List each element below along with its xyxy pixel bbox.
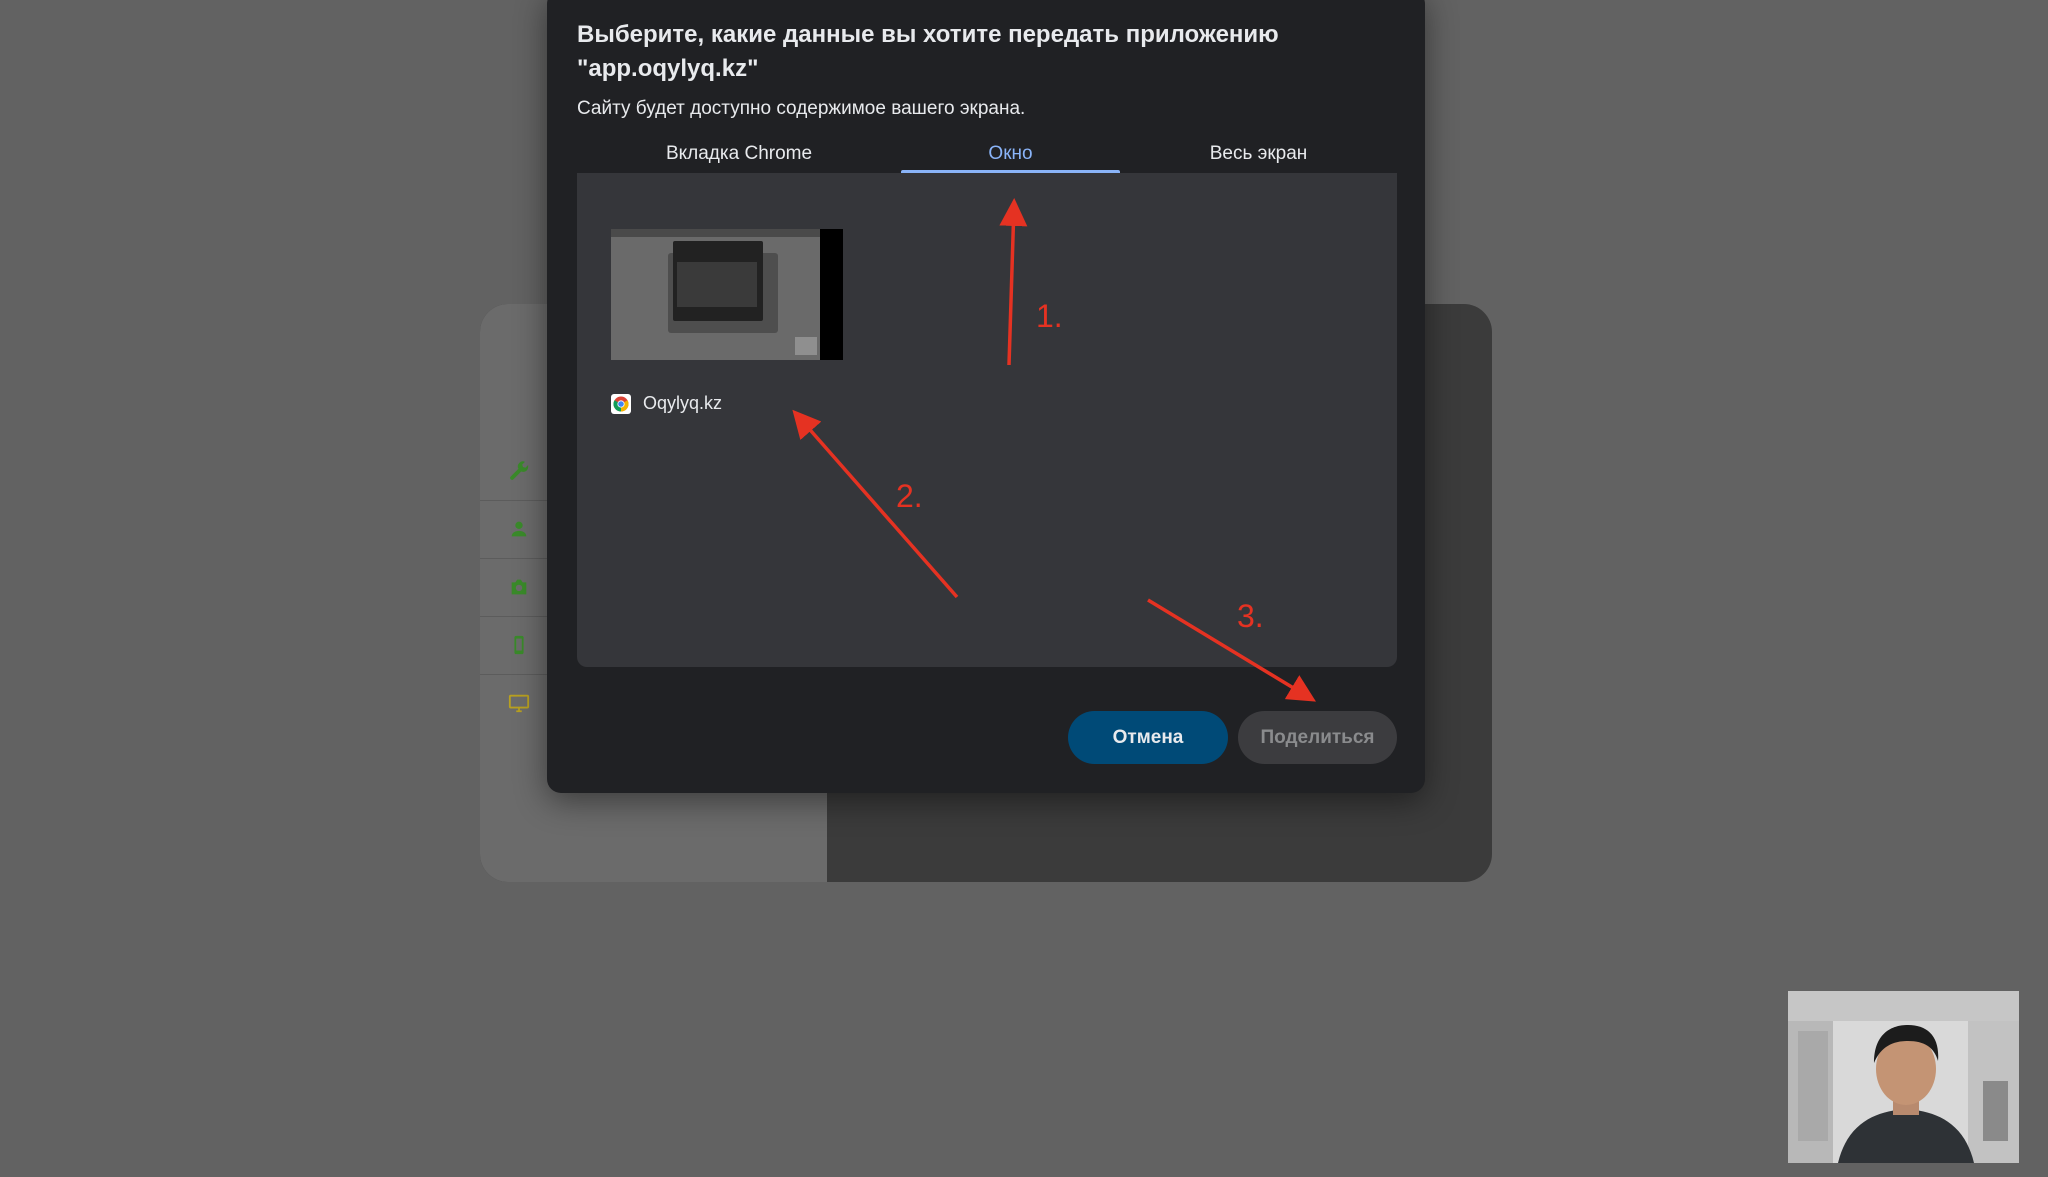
dialog-subtitle: Сайту будет доступно содержимое вашего э… xyxy=(577,98,1026,119)
window-thumbnail[interactable] xyxy=(611,229,843,360)
webcam-person-image xyxy=(1788,991,2019,1163)
chrome-icon xyxy=(611,393,631,414)
camera-icon xyxy=(511,579,527,595)
screen-share-dialog: Выберите, какие данные вы хотите передат… xyxy=(547,0,1425,793)
phone-icon xyxy=(514,635,524,655)
cancel-button[interactable]: Отмена xyxy=(1068,711,1228,764)
person-icon xyxy=(511,521,527,537)
webcam-preview xyxy=(1788,991,2019,1163)
window-item-label[interactable]: Oqylyq.kz xyxy=(611,393,722,414)
tab-window[interactable]: Окно xyxy=(901,136,1120,172)
dialog-title: Выберите, какие данные вы хотите передат… xyxy=(577,21,1279,82)
tab-entire-screen[interactable]: Весь экран xyxy=(1120,136,1397,172)
monitor-icon xyxy=(508,694,530,713)
window-title: Oqylyq.kz xyxy=(643,393,723,413)
annotation-step-1: 1. xyxy=(1036,298,1063,334)
tab-chrome-tab[interactable]: Вкладка Chrome xyxy=(577,136,901,172)
share-button[interactable]: Поделиться xyxy=(1238,711,1397,764)
window-list-panel: Oqylyq.kz xyxy=(577,173,1397,667)
wrench-icon xyxy=(510,461,529,480)
annotation-step-3: 3. xyxy=(1237,598,1264,634)
annotation-step-2: 2. xyxy=(896,478,923,514)
